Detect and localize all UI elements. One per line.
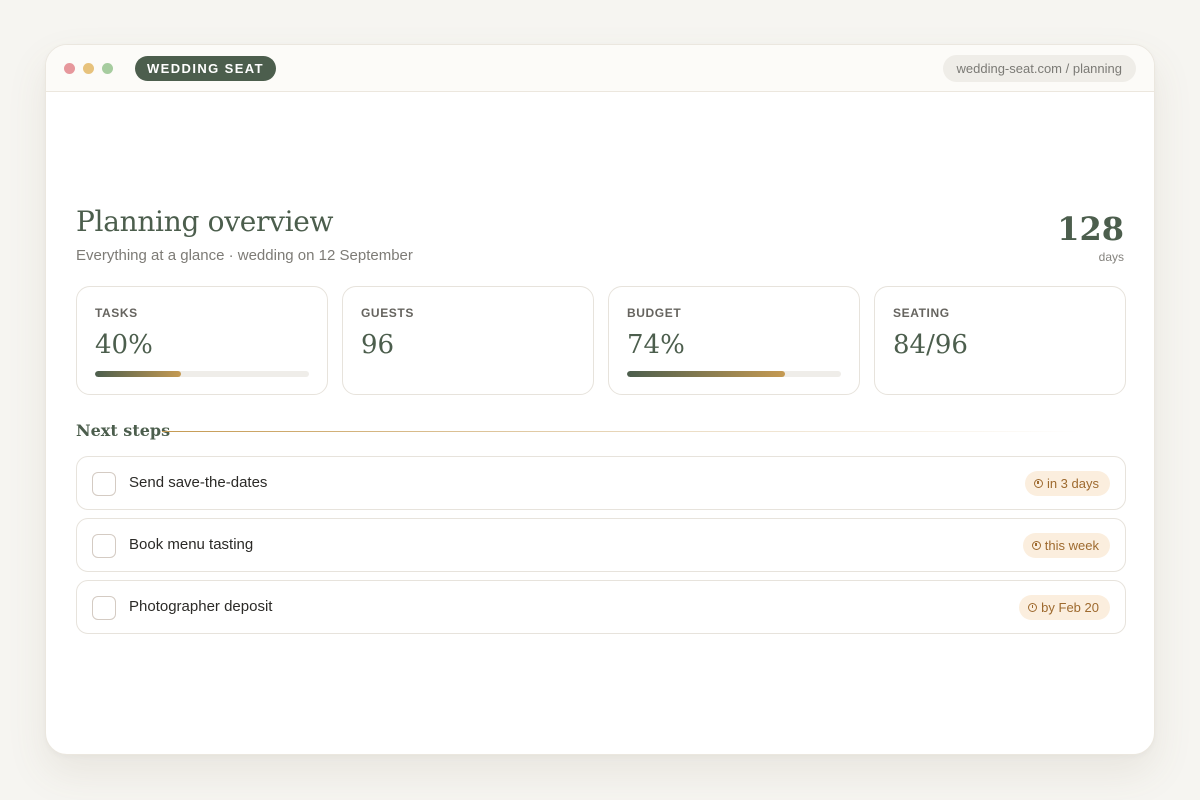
clock-icon (1031, 541, 1041, 550)
window-titlebar: WEDDING SEAT wedding-seat.com / planning (46, 45, 1154, 92)
progress-fill (95, 371, 181, 377)
browser-window: WEDDING SEAT wedding-seat.com / planning… (45, 44, 1155, 755)
stat-label: BUDGET (627, 306, 682, 320)
countdown-unit: days (1098, 250, 1124, 264)
task-label: Send save-the-dates (129, 474, 268, 491)
page-title: Planning overview (76, 205, 334, 238)
clock-icon (1028, 603, 1038, 612)
stat-value: 96 (361, 330, 395, 360)
due-badge: this week (1022, 533, 1110, 558)
due-text: this week (1044, 538, 1099, 553)
task-checkbox[interactable] (92, 596, 116, 620)
due-text: in 3 days (1046, 476, 1099, 491)
progress-bar (95, 371, 309, 377)
window-close-dot[interactable] (64, 63, 75, 74)
stat-label: TASKS (95, 306, 138, 320)
window-minimize-dot[interactable] (83, 63, 94, 74)
stat-card-tasks[interactable]: TASKS 40% (76, 286, 328, 395)
task-row[interactable]: Send save-the-dates in 3 days (76, 456, 1126, 510)
task-label: Photographer deposit (129, 598, 273, 615)
stat-value: 40% (95, 330, 153, 360)
countdown-value: 128 (1057, 210, 1124, 248)
stat-value: 74% (627, 330, 685, 360)
stat-card-seating[interactable]: SEATING 84/96 (874, 286, 1126, 395)
stat-value: 84/96 (893, 330, 968, 360)
progress-bar (627, 371, 841, 377)
section-divider (162, 431, 1082, 432)
due-badge: by Feb 20 (1019, 595, 1110, 620)
brand-badge: WEDDING SEAT (135, 56, 276, 81)
clock-icon (1033, 479, 1043, 488)
next-steps-heading: Next steps (76, 421, 171, 440)
task-checkbox[interactable] (92, 534, 116, 558)
due-text: by Feb 20 (1041, 600, 1099, 615)
task-checkbox[interactable] (92, 472, 116, 496)
stat-label: SEATING (893, 306, 950, 320)
task-row[interactable]: Book menu tasting this week (76, 518, 1126, 572)
progress-fill (627, 371, 786, 377)
stat-card-budget[interactable]: BUDGET 74% (608, 286, 860, 395)
page-subtitle: Everything at a glance · wedding on 12 S… (76, 247, 413, 264)
window-maximize-dot[interactable] (102, 63, 113, 74)
stat-card-guests[interactable]: GUESTS 96 (342, 286, 594, 395)
task-row[interactable]: Photographer deposit by Feb 20 (76, 580, 1126, 634)
due-badge: in 3 days (1024, 471, 1110, 496)
task-label: Book menu tasting (129, 536, 254, 553)
stat-label: GUESTS (361, 306, 414, 320)
address-bar[interactable]: wedding-seat.com / planning (942, 55, 1136, 82)
